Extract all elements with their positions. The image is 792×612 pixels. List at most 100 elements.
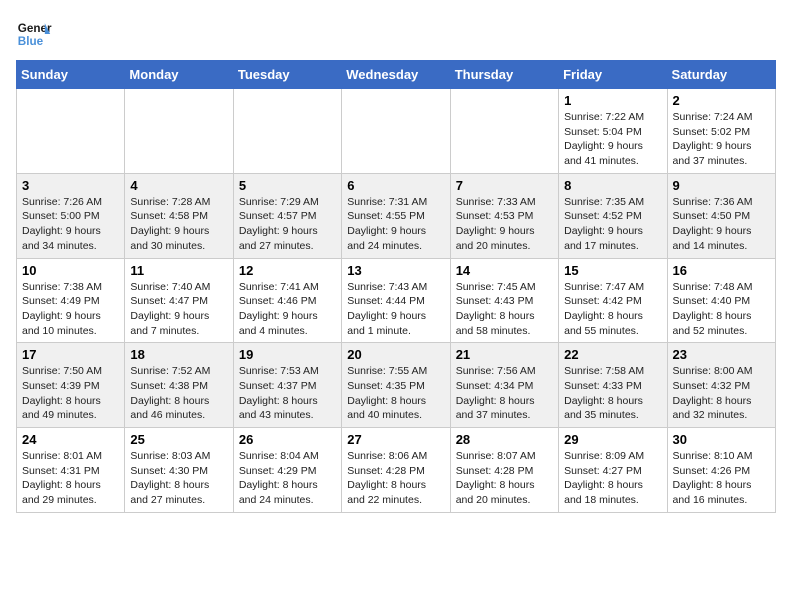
weekday-header-saturday: Saturday [667,61,775,89]
day-info: Sunrise: 7:53 AM Sunset: 4:37 PM Dayligh… [239,364,336,423]
week-row-5: 24Sunrise: 8:01 AM Sunset: 4:31 PM Dayli… [17,428,776,513]
day-cell: 2 Sunrise: 7:24 AM Sunset: 5:02 PM Daylig… [667,89,775,174]
weekday-header-wednesday: Wednesday [342,61,450,89]
day-cell: 27Sunrise: 8:06 AM Sunset: 4:28 PM Dayli… [342,428,450,513]
day-cell: 24Sunrise: 8:01 AM Sunset: 4:31 PM Dayli… [17,428,125,513]
day-cell: 13 Sunrise: 7:43 AM Sunset: 4:44 PM Dayli… [342,258,450,343]
day-info: Sunrise: 8:03 AM Sunset: 4:30 PM Dayligh… [130,449,227,508]
day-cell: 17 Sunrise: 7:50 AM Sunset: 4:39 PM Dayli… [17,343,125,428]
day-number: 4 [130,178,227,193]
weekday-header-monday: Monday [125,61,233,89]
day-cell: 11Sunrise: 7:40 AM Sunset: 4:47 PM Dayli… [125,258,233,343]
day-info: Sunrise: 8:10 AM Sunset: 4:26 PM Dayligh… [673,449,770,508]
day-number: 10 [22,263,119,278]
day-cell: 1 Sunrise: 7:22 AM Sunset: 5:04 PM Daylig… [559,89,667,174]
day-cell: 3 Sunrise: 7:26 AM Sunset: 5:00 PM Daylig… [17,173,125,258]
day-info: Sunrise: 8:04 AM Sunset: 4:29 PM Dayligh… [239,449,336,508]
day-cell [17,89,125,174]
calendar: SundayMondayTuesdayWednesdayThursdayFrid… [16,60,776,513]
day-number: 26 [239,432,336,447]
weekday-header-sunday: Sunday [17,61,125,89]
day-info: Sunrise: 7:35 AM Sunset: 4:52 PM Dayligh… [564,195,661,254]
day-cell: 12 Sunrise: 7:41 AM Sunset: 4:46 PM Dayli… [233,258,341,343]
day-info: Sunrise: 7:24 AM Sunset: 5:02 PM Dayligh… [673,110,770,169]
day-number: 16 [673,263,770,278]
day-info: Sunrise: 7:52 AM Sunset: 4:38 PM Dayligh… [130,364,227,423]
day-number: 21 [456,347,553,362]
day-info: Sunrise: 7:33 AM Sunset: 4:53 PM Dayligh… [456,195,553,254]
week-row-3: 10Sunrise: 7:38 AM Sunset: 4:49 PM Dayli… [17,258,776,343]
day-cell: 28 Sunrise: 8:07 AM Sunset: 4:28 PM Dayli… [450,428,558,513]
day-number: 6 [347,178,444,193]
day-cell: 8 Sunrise: 7:35 AM Sunset: 4:52 PM Daylig… [559,173,667,258]
day-info: Sunrise: 7:45 AM Sunset: 4:43 PM Dayligh… [456,280,553,339]
day-info: Sunrise: 7:36 AM Sunset: 4:50 PM Dayligh… [673,195,770,254]
day-number: 15 [564,263,661,278]
day-info: Sunrise: 7:48 AM Sunset: 4:40 PM Dayligh… [673,280,770,339]
day-number: 5 [239,178,336,193]
week-row-4: 17 Sunrise: 7:50 AM Sunset: 4:39 PM Dayli… [17,343,776,428]
weekday-header-friday: Friday [559,61,667,89]
day-cell: 26 Sunrise: 8:04 AM Sunset: 4:29 PM Dayli… [233,428,341,513]
day-info: Sunrise: 8:07 AM Sunset: 4:28 PM Dayligh… [456,449,553,508]
day-number: 2 [673,93,770,108]
day-info: Sunrise: 7:28 AM Sunset: 4:58 PM Dayligh… [130,195,227,254]
day-info: Sunrise: 7:26 AM Sunset: 5:00 PM Dayligh… [22,195,119,254]
day-number: 3 [22,178,119,193]
day-number: 1 [564,93,661,108]
day-number: 23 [673,347,770,362]
day-cell: 16 Sunrise: 7:48 AM Sunset: 4:40 PM Dayli… [667,258,775,343]
day-info: Sunrise: 7:29 AM Sunset: 4:57 PM Dayligh… [239,195,336,254]
day-cell: 18 Sunrise: 7:52 AM Sunset: 4:38 PM Dayli… [125,343,233,428]
day-number: 25 [130,432,227,447]
day-info: Sunrise: 8:09 AM Sunset: 4:27 PM Dayligh… [564,449,661,508]
day-info: Sunrise: 7:22 AM Sunset: 5:04 PM Dayligh… [564,110,661,169]
day-cell: 19 Sunrise: 7:53 AM Sunset: 4:37 PM Dayli… [233,343,341,428]
day-number: 29 [564,432,661,447]
day-cell: 4 Sunrise: 7:28 AM Sunset: 4:58 PM Daylig… [125,173,233,258]
day-info: Sunrise: 8:00 AM Sunset: 4:32 PM Dayligh… [673,364,770,423]
day-info: Sunrise: 7:31 AM Sunset: 4:55 PM Dayligh… [347,195,444,254]
day-number: 19 [239,347,336,362]
day-cell: 10Sunrise: 7:38 AM Sunset: 4:49 PM Dayli… [17,258,125,343]
day-cell [233,89,341,174]
header: General Blue [16,16,776,52]
day-cell: 9 Sunrise: 7:36 AM Sunset: 4:50 PM Daylig… [667,173,775,258]
day-cell: 25 Sunrise: 8:03 AM Sunset: 4:30 PM Dayli… [125,428,233,513]
day-info: Sunrise: 8:06 AM Sunset: 4:28 PM Dayligh… [347,449,444,508]
day-cell: 5 Sunrise: 7:29 AM Sunset: 4:57 PM Daylig… [233,173,341,258]
day-info: Sunrise: 7:58 AM Sunset: 4:33 PM Dayligh… [564,364,661,423]
svg-text:Blue: Blue [18,35,44,48]
weekday-header-thursday: Thursday [450,61,558,89]
day-number: 12 [239,263,336,278]
day-info: Sunrise: 7:47 AM Sunset: 4:42 PM Dayligh… [564,280,661,339]
day-number: 13 [347,263,444,278]
weekday-header-row: SundayMondayTuesdayWednesdayThursdayFrid… [17,61,776,89]
day-cell: 29 Sunrise: 8:09 AM Sunset: 4:27 PM Dayli… [559,428,667,513]
day-cell: 23 Sunrise: 8:00 AM Sunset: 4:32 PM Dayli… [667,343,775,428]
day-number: 18 [130,347,227,362]
day-info: Sunrise: 7:43 AM Sunset: 4:44 PM Dayligh… [347,280,444,339]
weekday-header-tuesday: Tuesday [233,61,341,89]
day-number: 7 [456,178,553,193]
week-row-2: 3 Sunrise: 7:26 AM Sunset: 5:00 PM Daylig… [17,173,776,258]
day-number: 11 [130,263,227,278]
day-cell [342,89,450,174]
day-cell [125,89,233,174]
day-cell: 14 Sunrise: 7:45 AM Sunset: 4:43 PM Dayli… [450,258,558,343]
day-number: 28 [456,432,553,447]
day-number: 22 [564,347,661,362]
day-cell: 7 Sunrise: 7:33 AM Sunset: 4:53 PM Daylig… [450,173,558,258]
day-number: 8 [564,178,661,193]
day-number: 9 [673,178,770,193]
day-info: Sunrise: 8:01 AM Sunset: 4:31 PM Dayligh… [22,449,119,508]
day-info: Sunrise: 7:41 AM Sunset: 4:46 PM Dayligh… [239,280,336,339]
day-number: 20 [347,347,444,362]
logo-icon: General Blue [16,16,52,52]
day-number: 30 [673,432,770,447]
day-cell: 30 Sunrise: 8:10 AM Sunset: 4:26 PM Dayli… [667,428,775,513]
day-number: 14 [456,263,553,278]
week-row-1: 1 Sunrise: 7:22 AM Sunset: 5:04 PM Daylig… [17,89,776,174]
day-info: Sunrise: 7:50 AM Sunset: 4:39 PM Dayligh… [22,364,119,423]
day-number: 17 [22,347,119,362]
